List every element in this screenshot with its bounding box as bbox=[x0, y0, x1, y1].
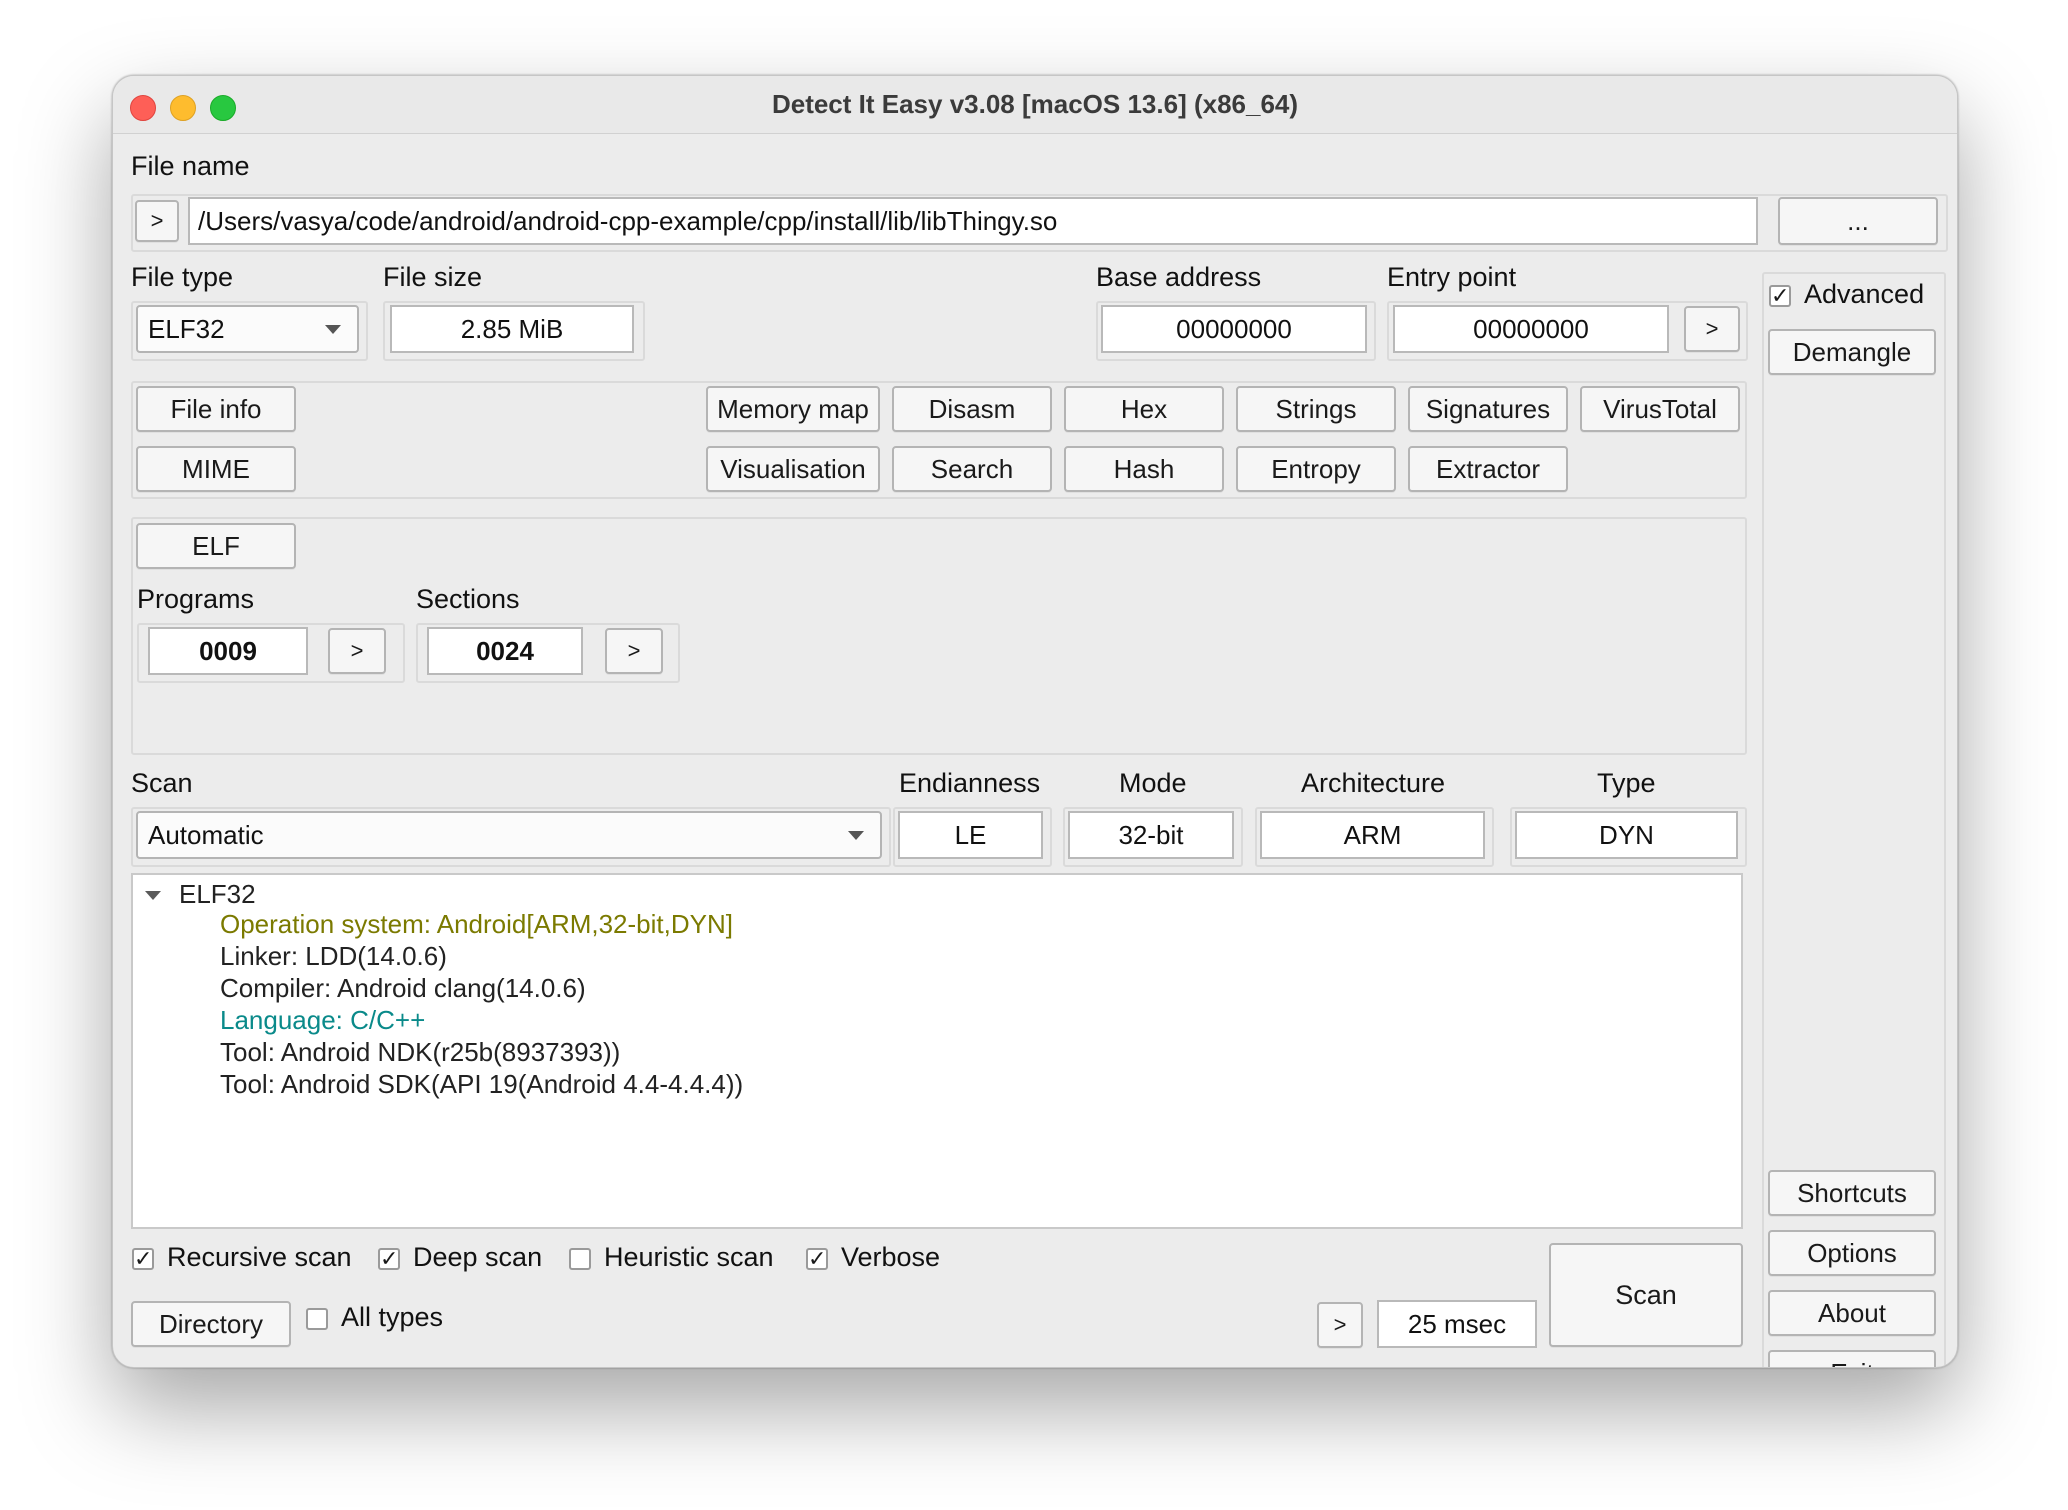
memory-map-button[interactable]: Memory map bbox=[706, 386, 880, 432]
advanced-label: Advanced bbox=[1804, 279, 1925, 309]
demangle-button[interactable]: Demangle bbox=[1768, 329, 1936, 375]
heuristic-scan-checkbox[interactable] bbox=[569, 1248, 591, 1270]
entry-point-arrow-button[interactable]: > bbox=[1684, 306, 1740, 352]
shortcuts-button[interactable]: Shortcuts bbox=[1768, 1170, 1936, 1216]
scan-label: Scan bbox=[131, 768, 193, 798]
programs-label: Programs bbox=[137, 584, 255, 614]
deep-scan-checkbox[interactable]: ✓ bbox=[378, 1248, 400, 1270]
results-tree[interactable]: ELF32 Operation system: Android[ARM,32-b… bbox=[131, 873, 1743, 1229]
time-arrow-button[interactable]: > bbox=[1317, 1302, 1363, 1348]
expand-triangle-icon[interactable] bbox=[145, 891, 161, 900]
mode-label: Mode bbox=[1119, 768, 1187, 798]
directory-button[interactable]: Directory bbox=[131, 1301, 291, 1347]
verbose-checkbox[interactable]: ✓ bbox=[806, 1248, 828, 1270]
virustotal-button[interactable]: VirusTotal bbox=[1580, 386, 1740, 432]
tree-item-language[interactable]: Language: C/C++ bbox=[220, 1005, 425, 1036]
elf-button[interactable]: ELF bbox=[136, 523, 296, 569]
tree-item-linker[interactable]: Linker: LDD(14.0.6) bbox=[220, 941, 447, 972]
file-open-arrow-button[interactable]: > bbox=[135, 200, 179, 242]
entry-point-label: Entry point bbox=[1387, 262, 1517, 292]
file-info-button[interactable]: File info bbox=[136, 386, 296, 432]
browse-button[interactable]: ... bbox=[1778, 197, 1938, 245]
recursive-scan-label: Recursive scan bbox=[167, 1242, 352, 1272]
about-button[interactable]: About bbox=[1768, 1290, 1936, 1336]
base-address-field[interactable]: 00000000 bbox=[1101, 305, 1367, 353]
hex-button[interactable]: Hex bbox=[1064, 386, 1224, 432]
endianness-label: Endianness bbox=[899, 768, 1041, 798]
main-window: Detect It Easy v3.08 [macOS 13.6] (x86_6… bbox=[112, 75, 1958, 1368]
visualisation-button[interactable]: Visualisation bbox=[706, 446, 880, 492]
strings-button[interactable]: Strings bbox=[1236, 386, 1396, 432]
chevron-down-icon bbox=[848, 831, 864, 840]
hash-button[interactable]: Hash bbox=[1064, 446, 1224, 492]
verbose-label: Verbose bbox=[841, 1242, 941, 1272]
all-types-label: All types bbox=[341, 1302, 444, 1332]
programs-count-field: 0009 bbox=[148, 627, 308, 675]
tree-item-operation-system[interactable]: Operation system: Android[ARM,32-bit,DYN… bbox=[220, 909, 733, 940]
tree-item-compiler[interactable]: Compiler: Android clang(14.0.6) bbox=[220, 973, 586, 1004]
all-types-checkbox[interactable] bbox=[306, 1308, 328, 1330]
type-field: DYN bbox=[1515, 811, 1738, 859]
scan-time-field: 25 msec bbox=[1377, 1300, 1537, 1348]
entropy-button[interactable]: Entropy bbox=[1236, 446, 1396, 492]
mode-field: 32-bit bbox=[1068, 811, 1234, 859]
endianness-field: LE bbox=[898, 811, 1043, 859]
scan-mode-select[interactable]: Automatic bbox=[136, 811, 882, 859]
tree-item-tool-ndk[interactable]: Tool: Android NDK(r25b(8937393)) bbox=[220, 1037, 620, 1068]
sections-label: Sections bbox=[416, 584, 520, 614]
scan-mode-value: Automatic bbox=[148, 819, 264, 850]
type-label: Type bbox=[1597, 768, 1656, 798]
disasm-button[interactable]: Disasm bbox=[892, 386, 1052, 432]
deep-scan-label: Deep scan bbox=[413, 1242, 543, 1272]
base-address-label: Base address bbox=[1096, 262, 1262, 292]
extractor-button[interactable]: Extractor bbox=[1408, 446, 1568, 492]
file-size-label: File size bbox=[383, 262, 483, 292]
file-type-value: ELF32 bbox=[148, 313, 225, 344]
sections-arrow-button[interactable]: > bbox=[605, 628, 663, 674]
file-type-select[interactable]: ELF32 bbox=[136, 305, 359, 353]
search-button[interactable]: Search bbox=[892, 446, 1052, 492]
sections-count-field: 0024 bbox=[427, 627, 583, 675]
architecture-label: Architecture bbox=[1301, 768, 1446, 798]
exit-button[interactable]: Exit bbox=[1768, 1350, 1936, 1367]
tree-root-elf32[interactable]: ELF32 bbox=[179, 879, 256, 910]
advanced-checkbox[interactable]: ✓ bbox=[1769, 285, 1791, 307]
architecture-field: ARM bbox=[1260, 811, 1485, 859]
file-name-label: File name bbox=[131, 151, 250, 181]
options-button[interactable]: Options bbox=[1768, 1230, 1936, 1276]
recursive-scan-checkbox[interactable]: ✓ bbox=[132, 1248, 154, 1270]
entry-point-field[interactable]: 00000000 bbox=[1393, 305, 1669, 353]
file-size-field: 2.85 MiB bbox=[390, 305, 634, 353]
heuristic-scan-label: Heuristic scan bbox=[604, 1242, 774, 1272]
mime-button[interactable]: MIME bbox=[136, 446, 296, 492]
file-path-input[interactable]: /Users/vasya/code/android/android-cpp-ex… bbox=[188, 197, 1758, 245]
scan-button[interactable]: Scan bbox=[1549, 1243, 1743, 1347]
programs-arrow-button[interactable]: > bbox=[328, 628, 386, 674]
signatures-button[interactable]: Signatures bbox=[1408, 386, 1568, 432]
chevron-down-icon bbox=[325, 325, 341, 334]
title-bar: Detect It Easy v3.08 [macOS 13.6] (x86_6… bbox=[113, 76, 1957, 134]
window-title: Detect It Easy v3.08 [macOS 13.6] (x86_6… bbox=[771, 89, 1299, 119]
tree-item-tool-sdk[interactable]: Tool: Android SDK(API 19(Android 4.4-4.4… bbox=[220, 1069, 743, 1100]
file-type-label: File type bbox=[131, 262, 234, 292]
